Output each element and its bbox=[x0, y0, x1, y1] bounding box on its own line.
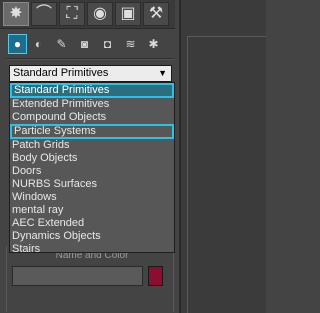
chevron-down-icon[interactable]: ▼ bbox=[158, 66, 167, 81]
dropdown-selected-value: Standard Primitives bbox=[13, 67, 109, 79]
hammer-icon: ⚒ bbox=[148, 5, 164, 22]
category-space-warps-button[interactable]: ≋ bbox=[121, 34, 140, 54]
category-systems-button[interactable]: ✱ bbox=[144, 34, 163, 54]
tab-display[interactable]: ▣ bbox=[115, 2, 141, 26]
dropdown-option[interactable]: Body Objects bbox=[10, 152, 174, 165]
viewport-frame bbox=[187, 36, 266, 313]
dropdown-option[interactable]: AEC Extended bbox=[10, 217, 174, 230]
sun-star-icon: ✸ bbox=[9, 5, 23, 22]
command-panel-tabs: ✸ ⌒ ⛶ ◉ ▣ ⚒ bbox=[0, 0, 175, 29]
dropdown-option[interactable]: Extended Primitives bbox=[10, 98, 174, 111]
curve-icon: ⌒ bbox=[35, 5, 52, 22]
category-cameras-button[interactable]: ◙ bbox=[75, 34, 94, 54]
category-lights-button[interactable]: ✎ bbox=[52, 34, 71, 54]
geometry-sphere-icon: ● bbox=[13, 37, 22, 51]
hierarchy-icon: ⛶ bbox=[66, 5, 78, 22]
dropdown-option[interactable]: Particle Systems bbox=[10, 124, 174, 139]
systems-icon: ✱ bbox=[148, 37, 159, 51]
space-warp-icon: ≋ bbox=[125, 37, 136, 51]
dropdown-option[interactable]: Compound Objects bbox=[10, 111, 174, 124]
tab-modify[interactable]: ⌒ bbox=[31, 2, 57, 26]
dropdown-option[interactable]: Patch Grids bbox=[10, 139, 174, 152]
dropdown-option[interactable]: Doors bbox=[10, 165, 174, 178]
panel-divider bbox=[6, 58, 174, 60]
dropdown-option[interactable]: Windows bbox=[10, 191, 174, 204]
object-color-swatch[interactable] bbox=[148, 266, 163, 286]
category-shapes-button[interactable]: ◐ bbox=[29, 34, 48, 54]
shapes-icon: ◐ bbox=[34, 37, 43, 51]
motion-icon: ◉ bbox=[93, 5, 107, 22]
tab-motion[interactable]: ◉ bbox=[87, 2, 113, 26]
dropdown-option[interactable]: Dynamics Objects bbox=[10, 230, 174, 243]
viewport-area[interactable] bbox=[179, 0, 266, 313]
tab-create[interactable]: ✸ bbox=[3, 2, 29, 26]
dropdown-option[interactable]: NURBS Surfaces bbox=[10, 178, 174, 191]
object-type-dropdown[interactable]: Standard Primitives ▼ bbox=[9, 65, 172, 82]
tab-hierarchy[interactable]: ⛶ bbox=[59, 2, 85, 26]
category-geometry-button[interactable]: ● bbox=[8, 34, 27, 54]
tab-utilities[interactable]: ⚒ bbox=[143, 2, 169, 26]
light-icon: ✎ bbox=[56, 37, 67, 51]
dropdown-options-list: Standard Primitives Extended Primitives … bbox=[9, 82, 175, 253]
command-panel-window: ✸ ⌒ ⛶ ◉ ▣ ⚒ ● ◐ ✎ ◙ ◘ ≋ ✱ Name and Color… bbox=[0, 0, 266, 313]
dropdown-option[interactable]: Standard Primitives bbox=[10, 83, 174, 98]
helper-tape-icon: ◘ bbox=[103, 37, 112, 51]
object-name-field[interactable] bbox=[12, 266, 143, 286]
display-monitor-icon: ▣ bbox=[120, 5, 136, 22]
category-helpers-button[interactable]: ◘ bbox=[98, 34, 117, 54]
dropdown-option[interactable]: mental ray bbox=[10, 204, 174, 217]
object-category-row: ● ◐ ✎ ◙ ◘ ≋ ✱ bbox=[6, 32, 174, 56]
camera-icon: ◙ bbox=[80, 37, 89, 51]
dropdown-option[interactable]: Stairs bbox=[10, 243, 174, 252]
